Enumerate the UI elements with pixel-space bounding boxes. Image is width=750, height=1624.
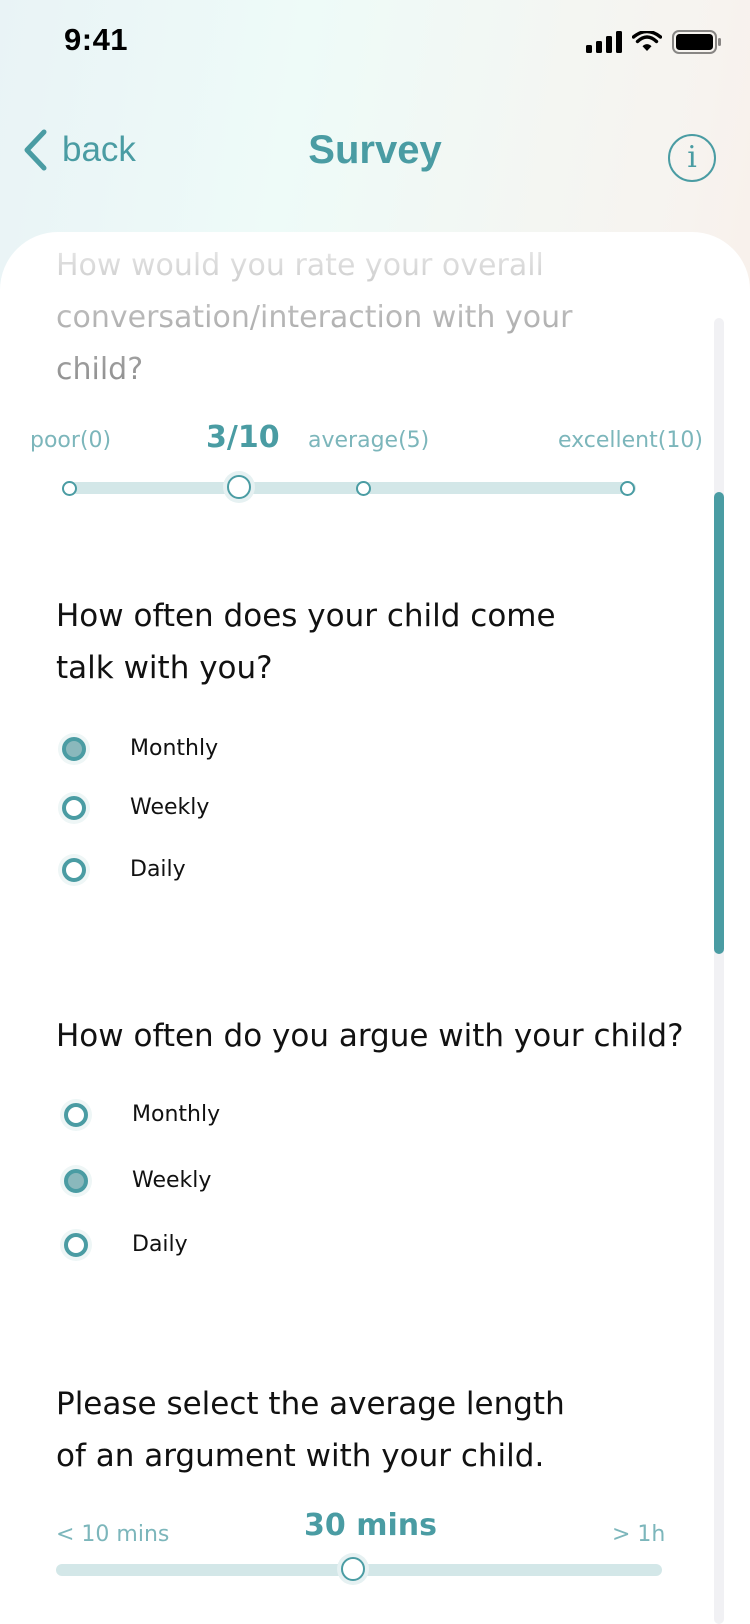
q3-option-monthly[interactable]: Monthly (64, 1102, 220, 1127)
q1-value: 3/10 (206, 420, 280, 455)
q4-slider-thumb[interactable] (341, 1557, 365, 1581)
q1-label-mid: average(5) (308, 428, 430, 453)
q1-slider-track[interactable] (64, 482, 636, 494)
radio-icon (64, 1102, 88, 1127)
q1-label-max: excellent(10) (558, 428, 703, 453)
cellular-signal-icon (586, 31, 622, 53)
status-time: 9:41 (64, 22, 129, 57)
q3-option-weekly[interactable]: Weekly (64, 1168, 211, 1193)
option-label: Weekly (130, 795, 210, 820)
wifi-icon (632, 31, 662, 51)
info-button[interactable]: i (668, 134, 716, 182)
question-3-text: How often do you argue with your child? (56, 1018, 684, 1054)
nav-bar: back Survey i (0, 110, 750, 200)
info-icon: i (687, 140, 697, 175)
q2-option-weekly[interactable]: Weekly (62, 795, 209, 820)
q1-tick-max (620, 481, 635, 496)
option-label: Monthly (132, 1102, 221, 1127)
q1-tick-mid (356, 481, 371, 496)
radio-icon (62, 736, 86, 761)
q4-value: 30 mins (304, 1508, 437, 1543)
radio-icon (62, 857, 86, 882)
radio-icon (62, 795, 86, 820)
status-icons (586, 30, 722, 54)
status-bar: 9:41 (0, 0, 750, 84)
radio-icon (64, 1168, 88, 1193)
question-1-text: How would you rate your overall conversa… (56, 240, 616, 396)
q4-label-min: < 10 mins (56, 1522, 170, 1547)
option-label: Monthly (130, 736, 219, 761)
question-4-text: Please select the average length of an a… (56, 1386, 565, 1474)
q1-label-min: poor(0) (30, 428, 112, 453)
battery-icon (672, 30, 721, 54)
option-label: Daily (130, 857, 186, 882)
q2-option-daily[interactable]: Daily (62, 857, 186, 882)
q2-option-monthly[interactable]: Monthly (62, 736, 218, 761)
scrollbar-thumb[interactable] (714, 492, 724, 954)
q1-slider-thumb[interactable] (227, 475, 251, 499)
radio-icon (64, 1232, 88, 1257)
option-label: Weekly (132, 1168, 212, 1193)
q3-option-daily[interactable]: Daily (64, 1232, 188, 1257)
question-2-text: How often does your child come talk with… (56, 598, 556, 686)
page-title: Survey (308, 128, 442, 172)
q1-tick-min (62, 481, 77, 496)
q4-label-max: > 1h (612, 1522, 666, 1547)
option-label: Daily (132, 1232, 188, 1257)
